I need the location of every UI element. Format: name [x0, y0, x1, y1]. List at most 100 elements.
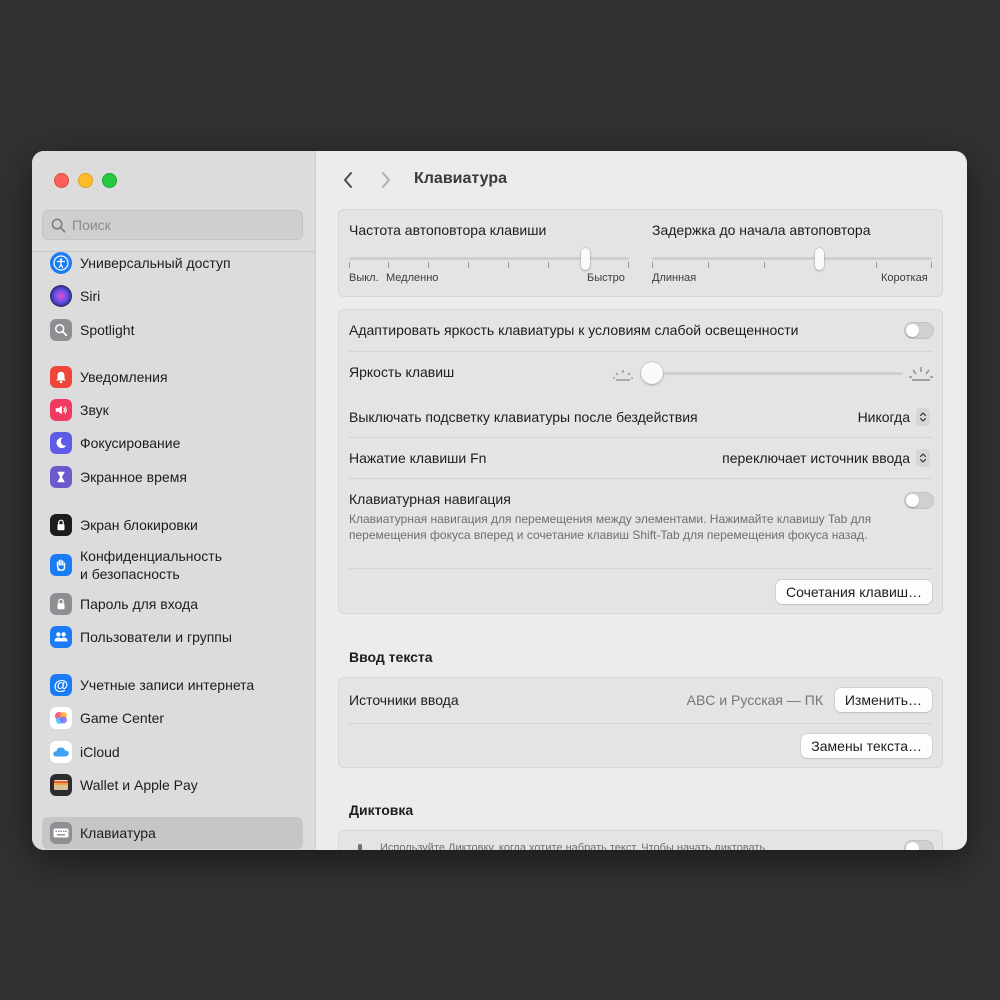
key-repeat-card: Частота автоповтора клавиши Выкл. Медлен…	[338, 209, 943, 297]
sidebar-item-label: Пароль для входа	[80, 596, 198, 612]
settings-window: Поиск Универсальный доступ Siri Spotligh…	[32, 151, 967, 850]
sidebar-item-wallet[interactable]: Wallet и Apple Pay	[42, 769, 303, 801]
chevron-left-icon	[344, 172, 352, 188]
sidebar-item-label: Конфиденциальность	[80, 548, 223, 564]
sidebar-item-login-password[interactable]: Пароль для входа	[42, 588, 303, 620]
slider-knob[interactable]	[815, 248, 824, 270]
sidebar-item-focus[interactable]: Фокусирование	[42, 427, 303, 459]
sidebar-item-notifications[interactable]: Уведомления	[42, 361, 303, 393]
sidebar-item-internet-accounts[interactable]: @ Учетные записи интернета	[42, 669, 303, 701]
sidebar-item-spotlight[interactable]: Spotlight	[42, 314, 303, 346]
close-window-button[interactable]	[54, 173, 69, 188]
sidebar-item-label: Spotlight	[80, 322, 135, 338]
rate-slow-label: Медленно	[386, 272, 439, 284]
slider-tick	[628, 262, 629, 268]
icloud-icon	[50, 741, 72, 763]
popup-value: переключает источник ввода	[722, 450, 910, 466]
focus-icon	[50, 432, 72, 454]
row-divider	[349, 351, 932, 352]
adapt-brightness-toggle[interactable]	[904, 322, 934, 339]
sidebar-item-users-groups[interactable]: Пользователи и группы	[42, 621, 303, 653]
sidebar-item-lock-screen[interactable]: Экран блокировки	[42, 509, 303, 541]
page-title: Клавиатура	[414, 170, 507, 187]
sidebar: Поиск Универсальный доступ Siri Spotligh…	[32, 151, 316, 850]
slider-tick	[931, 262, 932, 268]
slider-tick	[349, 262, 350, 268]
brightness-high-icon	[909, 367, 933, 381]
text-input-section-title: Ввод текста	[349, 649, 433, 665]
text-replacements-button[interactable]: Замены текста…	[801, 734, 932, 758]
key-brightness-slider[interactable]	[641, 362, 903, 384]
game-center-icon	[50, 707, 72, 729]
sidebar-item-label-line2: и безопасность	[80, 566, 180, 582]
siri-icon	[50, 285, 72, 307]
input-sources-value: ABC и Русская — ПК	[686, 692, 823, 708]
sidebar-item-game-center[interactable]: Game Center	[42, 702, 303, 734]
privacy-hand-icon	[50, 554, 72, 576]
delay-long-label: Длинная	[652, 272, 697, 284]
slider-tick	[428, 262, 429, 268]
adapt-brightness-label: Адаптировать яркость клавиатуры к услови…	[349, 322, 799, 338]
slider-tick	[708, 262, 709, 268]
minimize-window-button[interactable]	[78, 173, 93, 188]
updown-chevron-icon	[916, 408, 930, 426]
sidebar-item-privacy[interactable]: Конфиденциальность и безопасность	[42, 546, 303, 584]
sidebar-item-accessibility[interactable]: Универсальный доступ	[42, 247, 303, 279]
slider-tick	[508, 262, 509, 268]
keyboard-navigation-toggle[interactable]	[904, 492, 934, 509]
window-controls	[54, 173, 117, 188]
dictation-section-title: Диктовка	[349, 802, 414, 818]
sidebar-item-label: Siri	[80, 288, 101, 304]
sidebar-item-label: Пользователи и группы	[80, 629, 232, 645]
keyboard-navigation-description: Клавиатурная навигация для перемещения м…	[349, 512, 872, 542]
sidebar-item-label: Wallet и Apple Pay	[80, 777, 198, 793]
keyboard-icon	[50, 822, 72, 844]
fn-key-popup[interactable]: переключает источник ввода	[722, 449, 930, 467]
edit-input-sources-button[interactable]: Изменить…	[834, 688, 932, 712]
backlight-off-label: Выключать подсветку клавиатуры после без…	[349, 409, 698, 425]
sidebar-item-screen-time[interactable]: Экранное время	[42, 461, 303, 493]
password-lock-icon	[50, 593, 72, 615]
slider-knob[interactable]	[641, 362, 663, 384]
internet-accounts-icon: @	[50, 674, 72, 696]
chevron-right-icon	[382, 172, 390, 188]
keyboard-shortcuts-button[interactable]: Сочетания клавиш…	[776, 580, 932, 604]
sidebar-item-label: Звук	[80, 402, 109, 418]
slider-tick	[764, 262, 765, 268]
fn-key-label: Нажатие клавиши Fn	[349, 450, 487, 466]
slider-knob[interactable]	[581, 248, 590, 270]
popup-value: Никогда	[857, 409, 910, 425]
key-brightness-label: Яркость клавиш	[349, 364, 455, 380]
search-input[interactable]: Поиск	[42, 210, 303, 240]
microphone-icon	[358, 844, 362, 850]
dictation-toggle[interactable]	[904, 840, 934, 850]
sidebar-item-siri[interactable]: Siri	[42, 280, 303, 312]
accessibility-icon	[50, 252, 72, 274]
sidebar-item-icloud[interactable]: iCloud	[42, 736, 303, 768]
sidebar-item-label: Фокусирование	[80, 435, 181, 451]
spotlight-icon	[50, 319, 72, 341]
keyboard-settings-card: Адаптировать яркость клавиатуры к услови…	[338, 309, 943, 614]
delay-short-label: Короткая	[881, 272, 928, 284]
slider-tick	[652, 262, 653, 268]
sidebar-item-keyboard[interactable]: Клавиатура	[42, 817, 303, 849]
lock-screen-icon	[50, 514, 72, 536]
sidebar-item-label: iCloud	[80, 744, 120, 760]
zoom-window-button[interactable]	[102, 173, 117, 188]
backlight-off-popup[interactable]: Никогда	[858, 408, 930, 426]
rate-fast-label: Быстро	[587, 272, 625, 284]
dictation-description: Используйте Диктовку, когда хотите набра…	[380, 842, 769, 850]
input-sources-label: Источники ввода	[349, 692, 459, 708]
sidebar-item-label: Уведомления	[80, 369, 168, 385]
screen-time-icon	[50, 466, 72, 488]
brightness-low-icon	[613, 370, 633, 381]
sidebar-item-label: Универсальный доступ	[80, 255, 231, 271]
wallet-icon	[50, 774, 72, 796]
row-divider	[349, 568, 932, 569]
forward-button[interactable]	[376, 169, 396, 191]
sidebar-item-label: Клавиатура	[80, 825, 156, 841]
back-button[interactable]	[338, 169, 358, 191]
sidebar-item-sound[interactable]: Звук	[42, 394, 303, 426]
repeat-delay-slider[interactable]	[652, 248, 932, 270]
key-repeat-rate-slider[interactable]	[349, 248, 629, 270]
